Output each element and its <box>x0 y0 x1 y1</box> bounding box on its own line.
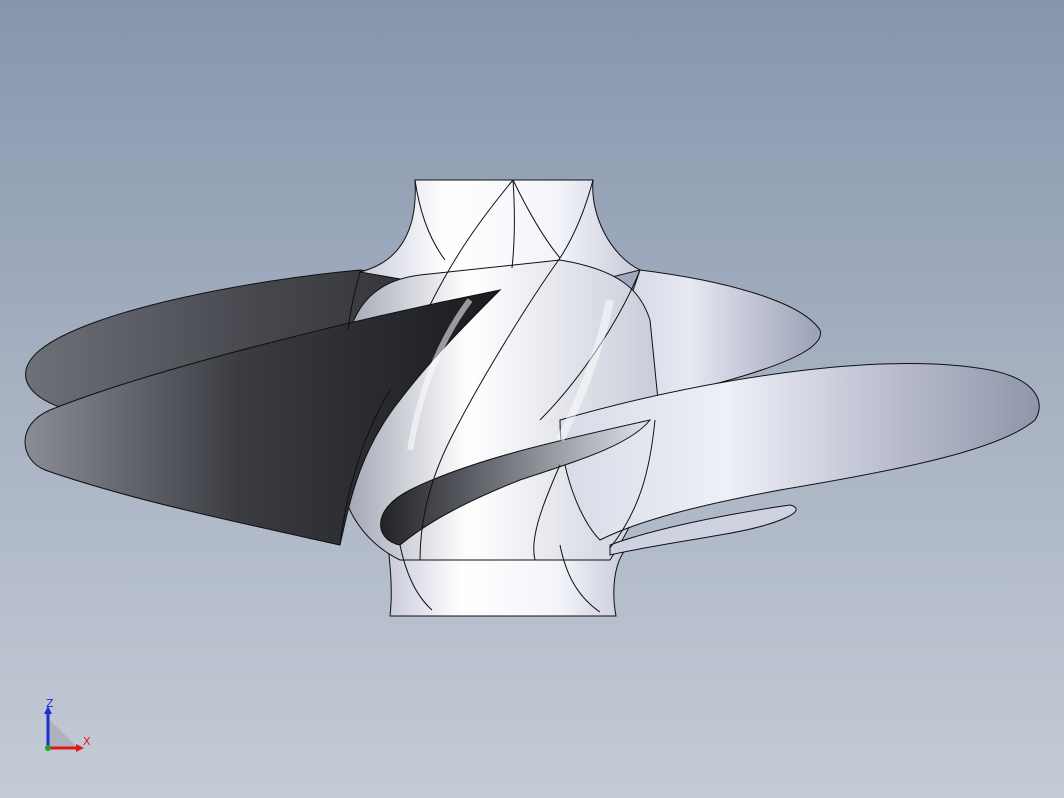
z-axis-label: Z <box>46 697 54 710</box>
axis-triad: Z X <box>40 698 100 758</box>
spiral-impeller-icon[interactable] <box>0 0 1064 798</box>
y-axis-icon <box>45 745 51 751</box>
cad-viewport[interactable]: Z X <box>0 0 1064 798</box>
x-axis-label: X <box>83 735 91 748</box>
